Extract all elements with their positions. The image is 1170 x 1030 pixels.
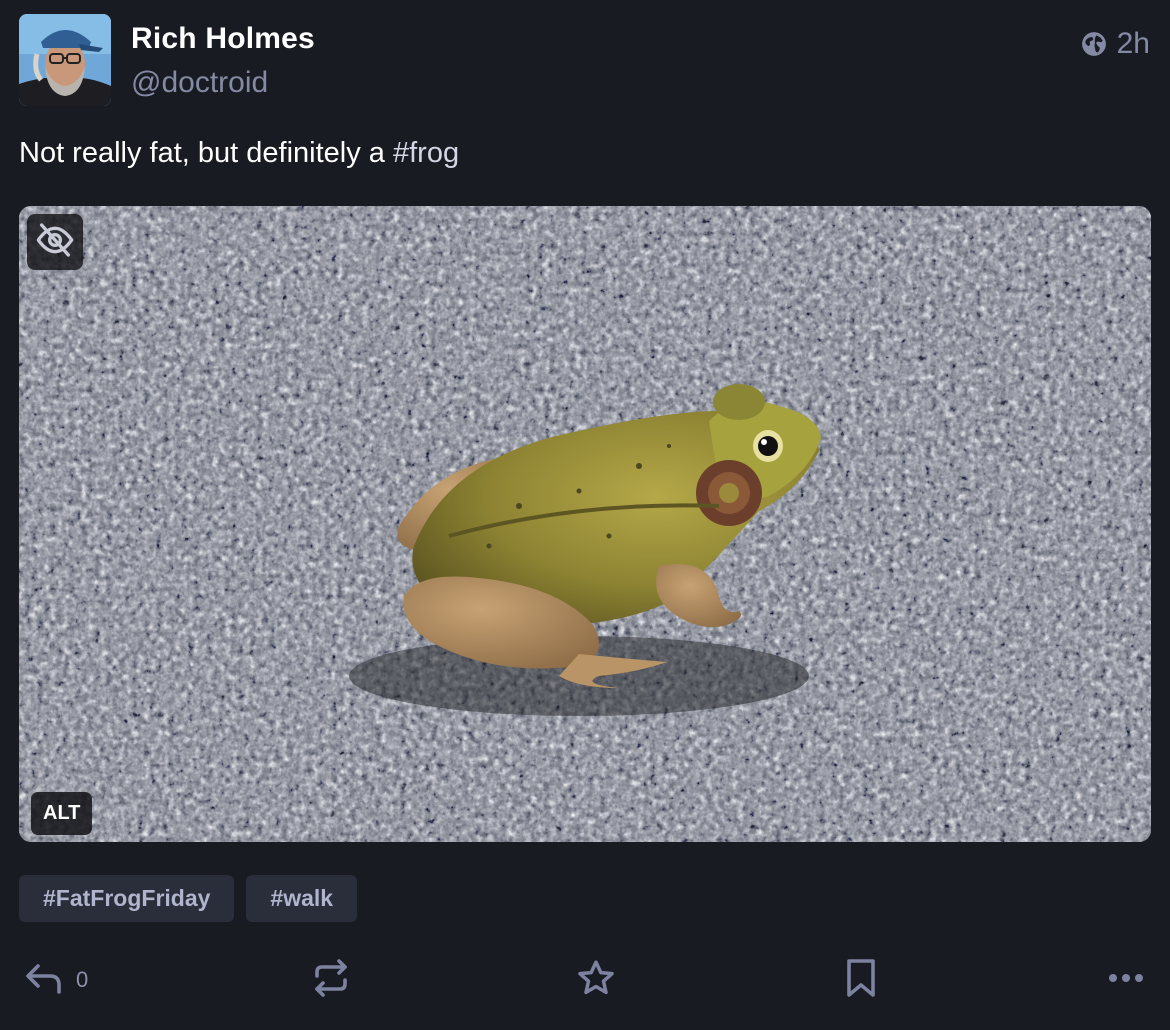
hide-media-button[interactable] bbox=[27, 214, 83, 270]
favourite-button[interactable] bbox=[576, 957, 616, 1003]
status-content: Not really fat, but definitely a #frog bbox=[19, 137, 459, 170]
hashtag-bar: #FatFrogFriday #walk bbox=[19, 875, 358, 922]
eye-slash-icon bbox=[35, 220, 75, 265]
status-text: Not really fat, but definitely a bbox=[19, 137, 393, 169]
hashtag-pill-fatfrogfriday[interactable]: #FatFrogFriday bbox=[19, 875, 235, 922]
status-meta[interactable]: 2h bbox=[1081, 27, 1150, 61]
hashtag-link-frog[interactable]: #frog bbox=[393, 137, 459, 169]
ellipsis-icon bbox=[1108, 971, 1144, 989]
account-handle[interactable]: @doctroid bbox=[131, 66, 268, 100]
boost-button[interactable] bbox=[311, 957, 351, 1003]
avatar[interactable] bbox=[19, 14, 111, 106]
display-name[interactable]: Rich Holmes bbox=[131, 22, 315, 56]
boost-icon bbox=[311, 958, 351, 1003]
reply-icon bbox=[24, 960, 64, 1001]
globe-icon bbox=[1081, 31, 1107, 57]
hashtag-pill-walk[interactable]: #walk bbox=[246, 875, 358, 922]
relative-time: 2h bbox=[1116, 27, 1150, 60]
status-post: Rich Holmes @doctroid 2h Not really fat,… bbox=[0, 0, 1170, 1030]
frog-photo bbox=[19, 206, 1151, 842]
media-attachment[interactable]: ALT bbox=[19, 206, 1151, 842]
alt-text-button[interactable]: ALT bbox=[31, 792, 93, 835]
bookmark-button[interactable] bbox=[843, 957, 879, 1003]
reply-button[interactable]: 0 bbox=[24, 957, 88, 1003]
bookmark-icon bbox=[843, 958, 879, 1003]
more-options-button[interactable] bbox=[1108, 957, 1144, 1003]
star-icon bbox=[576, 958, 616, 1003]
reply-count: 0 bbox=[76, 967, 89, 992]
